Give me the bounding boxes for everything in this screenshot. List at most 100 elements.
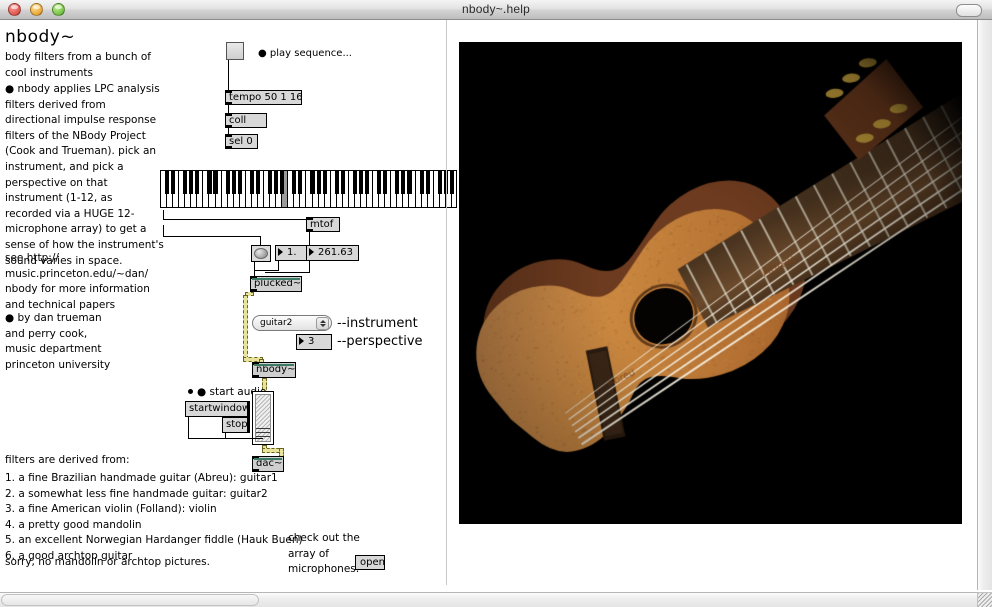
plucked-object[interactable]: plucked~ [250,276,302,292]
keyboard-black-key[interactable] [341,171,345,194]
stop-message[interactable]: stop [222,417,250,433]
velocity-dial[interactable] [251,245,271,262]
keyboard-black-key[interactable] [195,171,199,194]
vertical-scrollbar[interactable] [977,20,992,590]
instrument-umenu[interactable]: guitar2 [252,315,332,331]
keyboard-black-key[interactable] [213,171,217,194]
keyboard-black-key[interactable] [232,171,236,194]
number-box-triangle-icon [309,248,314,256]
keyboard-black-key[interactable] [317,171,321,194]
filters-list: 1. a fine Brazilian handmade guitar (Abr… [5,471,303,565]
guitar-image [459,42,962,524]
coll-object[interactable]: coll [225,113,267,128]
keyboard-black-key[interactable] [171,171,175,194]
play-sequence-toggle[interactable] [226,42,244,60]
signal-bar [252,278,300,280]
gain-slider-track [255,394,271,442]
signal-bar [254,458,282,460]
patch-cord [228,105,229,113]
patch-cord [163,219,321,220]
perspective-number-box[interactable]: 3 [296,334,332,350]
keyboard-black-key[interactable] [323,171,327,194]
keyboard-black-key[interactable] [365,171,369,194]
page-title: nbody~ [5,28,75,47]
keyboard-black-key[interactable] [353,171,357,194]
keyboard-black-key[interactable] [401,171,405,194]
tempo-object[interactable]: tempo 50 1 16 [225,90,302,105]
keyboard-black-key[interactable] [280,171,284,194]
frequency-value: 261.63 [318,247,353,258]
keyboard-black-key[interactable] [226,171,230,194]
signal-cord [243,295,248,359]
patcher-canvas[interactable]: nbody~ body filters from a bunch of cool… [0,20,977,585]
perspective-value: 3 [308,336,314,347]
patch-cord [265,272,310,273]
keyboard-black-key[interactable] [450,171,454,194]
keyboard-black-key[interactable] [207,171,211,194]
patch-cord [188,417,189,439]
open-microphones-button[interactable]: open [355,555,385,570]
keyboard-black-key[interactable] [383,171,387,194]
keyboard-black-key[interactable] [359,171,363,194]
intro-blurb: body filters from a bunch of cool instru… [5,50,151,81]
updown-arrows-icon[interactable] [316,317,329,330]
credits-paragraph: ● by dan trueman and perry cook, music d… [5,311,110,373]
keyboard-slider[interactable] [160,170,457,208]
pictures-footnote: sorry, no mandolin or archtop pictures. [5,555,210,571]
number-box-triangle-icon [278,248,283,256]
window-title: nbody~.help [0,2,992,16]
keyboard-black-key[interactable] [377,171,381,194]
horizontal-scrollbar[interactable] [0,592,977,607]
patch-cord [163,236,261,237]
keyboard-black-key[interactable] [335,171,339,194]
gain-slider[interactable] [252,391,274,445]
pane-divider [446,20,447,585]
patch-cord [254,270,279,271]
keyboard-black-key[interactable] [250,171,254,194]
instrument-value: guitar2 [260,318,292,328]
patch-cord [225,433,226,439]
title-bar: nbody~.help [0,0,992,20]
play-sequence-label: ● play sequence... [258,48,352,60]
instrument-caption: --instrument [337,316,418,332]
keyboard-black-key[interactable] [274,171,278,194]
bullet-icon [188,389,193,394]
gain-slider-tick [256,428,270,429]
mtof-object[interactable]: mtof [306,217,340,232]
gain-slider-tick [256,436,270,437]
keyboard-black-key[interactable] [256,171,260,194]
instrument-photo [459,42,962,524]
horizontal-scrollbar-thumb[interactable] [1,594,259,606]
keyboard-black-key[interactable] [395,171,399,194]
patch-cord [228,60,229,90]
toolbar-toggle-button[interactable] [956,4,982,17]
filters-heading: filters are derived from: [5,453,130,469]
keyboard-black-key[interactable] [298,171,302,194]
frequency-number-box[interactable]: 261.63 [306,245,359,261]
keyboard-black-key[interactable] [189,171,193,194]
perspective-caption: --perspective [337,334,423,350]
patch-cord [309,232,310,245]
keyboard-black-key[interactable] [310,171,314,194]
keyboard-black-key[interactable] [268,171,272,194]
max-help-window: nbody~.help nbody~ body filters from a b… [0,0,992,607]
description-paragraph: ● nbody applies LPC analysis filters der… [5,82,164,269]
sel-object[interactable]: sel 0 [225,134,258,149]
startwindow-message[interactable]: startwindow [185,401,250,417]
microphones-note: check out the array of microphones: [288,531,360,578]
number-box-triangle-icon [299,337,304,345]
keyboard-black-key[interactable] [420,171,424,194]
website-paragraph: see http:// music.princeton.edu/~dan/ nb… [5,251,150,313]
signal-bar [254,364,294,366]
velocity-value: 1. [287,247,297,258]
keyboard-black-key[interactable] [407,171,411,194]
keyboard-black-key[interactable] [426,171,430,194]
keyboard-black-key[interactable] [165,171,169,194]
keyboard-black-key[interactable] [438,171,442,194]
resize-grip[interactable] [977,592,992,607]
keyboard-black-key[interactable] [183,171,187,194]
dac-object[interactable]: dac~ [252,456,284,472]
keyboard-black-key[interactable] [292,171,296,194]
nbody-object[interactable]: nbody~ [252,362,296,378]
keyboard-black-key[interactable] [238,171,242,194]
